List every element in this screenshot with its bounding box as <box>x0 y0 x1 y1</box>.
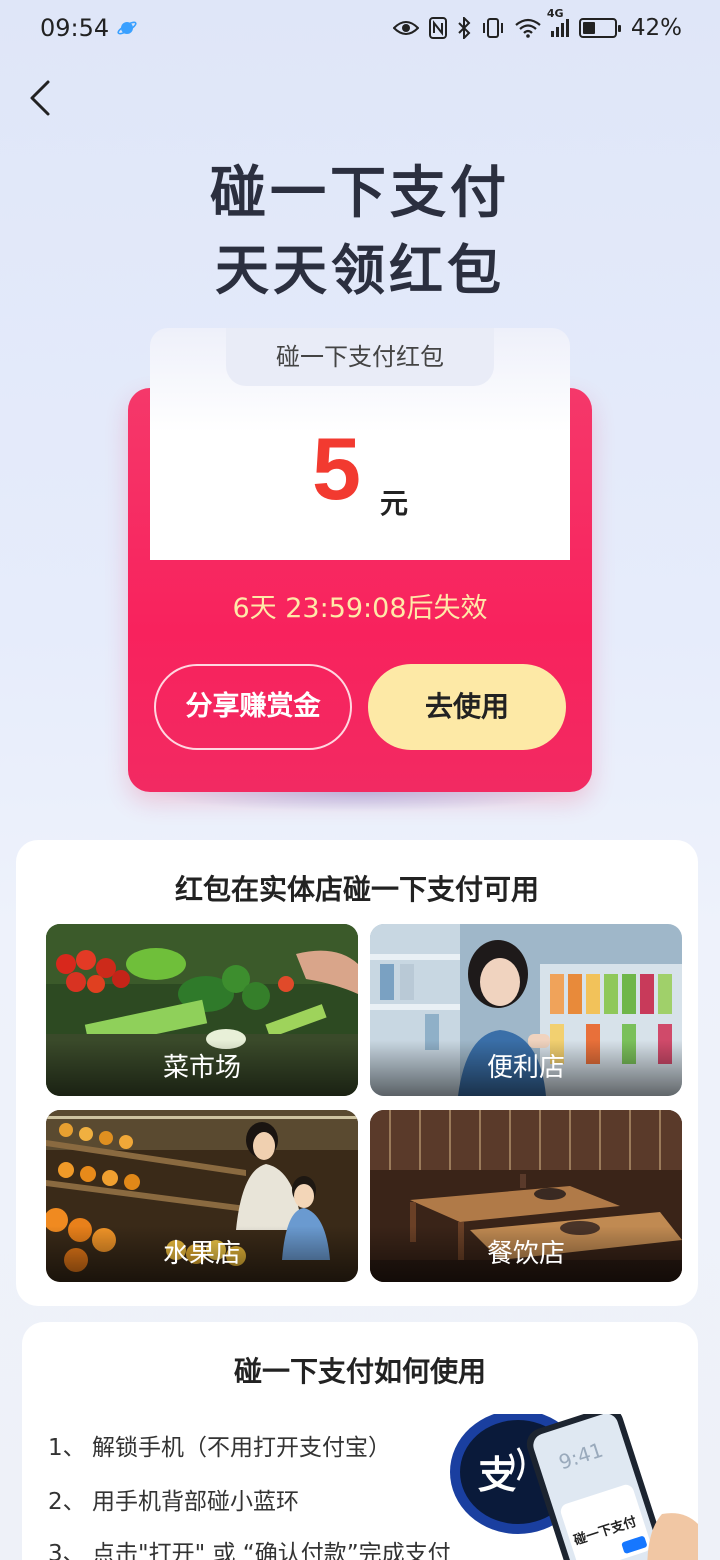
step-text: 解锁手机（不用打开支付宝） <box>92 1435 391 1461</box>
wifi-icon <box>515 18 541 38</box>
step-text: 点击"打开" 或 “确认付款”完成支付 <box>92 1541 451 1560</box>
battery-percent: 42% <box>630 15 682 41</box>
red-packet-amount: 5 <box>312 419 361 518</box>
step-number: 3、 <box>48 1541 86 1560</box>
status-right: 4G 42% <box>392 7 682 41</box>
chevron-left-icon <box>30 80 50 116</box>
planet-icon <box>117 21 137 35</box>
store-tile-label: 便利店 <box>370 1040 682 1096</box>
expiry-countdown: 6天 23:59:08后失效 <box>232 593 488 624</box>
vibrate-icon <box>482 18 503 38</box>
howto-title: 碰一下支付如何使用 <box>233 1355 486 1388</box>
status-left: 09:54 <box>40 14 137 42</box>
store-tile-label: 菜市场 <box>46 1040 358 1096</box>
stores-title: 红包在实体店碰一下支付可用 <box>174 873 539 906</box>
back-button[interactable] <box>22 76 62 120</box>
tap-to-pay-illustration: 支 9:41 碰一下支付 <box>450 1414 698 1560</box>
nfc-icon <box>428 17 447 39</box>
store-tile-convenience-store[interactable]: 便利店 <box>370 924 682 1096</box>
cellular-signal: 4G <box>547 7 569 37</box>
hero-title-line1: 碰一下支付 <box>210 161 510 226</box>
status-bar: 09:54 4G 42% <box>0 0 720 56</box>
red-packet-tab-label: 碰一下支付红包 <box>226 328 494 386</box>
use-button[interactable]: 去使用 <box>368 664 566 750</box>
store-tile-label: 餐饮店 <box>370 1226 682 1282</box>
store-tile-fruit-store[interactable]: 水果店 <box>46 1110 358 1282</box>
hero-title-line2: 天天领红包 <box>215 239 505 302</box>
howto-step-3: 3、 点击"打开" 或 “确认付款”完成支付 <box>48 1534 451 1560</box>
status-time: 09:54 <box>40 14 110 42</box>
store-tile-label: 水果店 <box>46 1226 358 1282</box>
battery-fill <box>582 22 596 34</box>
step-number: 2、 <box>48 1489 86 1515</box>
store-tile-restaurant[interactable]: 餐饮店 <box>370 1110 682 1282</box>
red-packet-unit: 元 <box>380 487 409 520</box>
store-tile-vegetable-market[interactable]: 菜市场 <box>46 924 358 1096</box>
how-to-use-panel: 碰一下支付如何使用 1、 解锁手机（不用打开支付宝） 2、 用手机背部碰小蓝环 3、… <box>22 1322 698 1560</box>
howto-step-2: 2、 用手机背部碰小蓝环 <box>48 1482 299 1516</box>
step-text: 用手机背部碰小蓝环 <box>92 1489 299 1515</box>
share-reward-button[interactable]: 分享赚赏金 <box>154 664 352 750</box>
howto-step-1: 1、 解锁手机（不用打开支付宝） <box>48 1428 391 1462</box>
network-type: 4G <box>546 7 564 20</box>
pay-glyph: 支 <box>478 1453 516 1497</box>
step-number: 1、 <box>48 1435 86 1461</box>
battery-icon <box>578 18 621 38</box>
available-stores-panel: 红包在实体店碰一下支付可用 菜市场 便利店 水果店 餐饮店 <box>16 840 698 1306</box>
bluetooth-icon <box>458 17 471 39</box>
eye-icon <box>392 21 419 35</box>
